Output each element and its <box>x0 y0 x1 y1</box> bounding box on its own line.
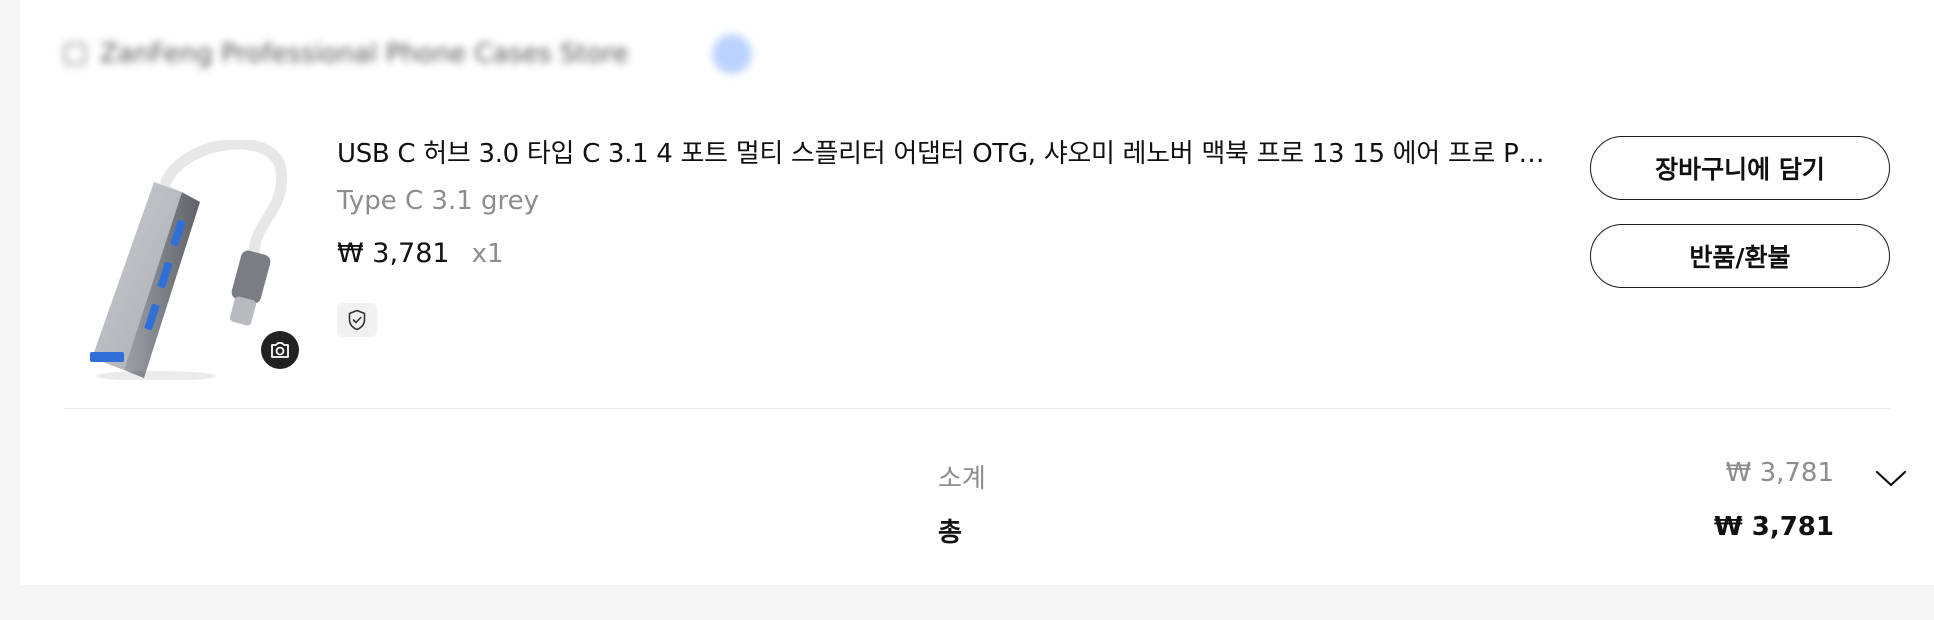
product-variant: Type C 3.1 grey <box>337 186 540 216</box>
store-name[interactable]: ZanFeng Professional Phone Cases Store <box>100 39 628 69</box>
divider <box>64 408 1890 409</box>
order-item-card: ZanFeng Professional Phone Cases Store U… <box>20 0 1934 585</box>
return-refund-button[interactable]: 반품/환불 <box>1590 224 1890 288</box>
camera-icon[interactable] <box>261 331 299 369</box>
shield-check-icon[interactable] <box>337 303 377 337</box>
subtotal-label: 소계 <box>938 464 986 494</box>
total-label: 총 <box>938 518 962 548</box>
store-header[interactable]: ZanFeng Professional Phone Cases Store <box>64 30 753 78</box>
price-row: ₩ 3,781 x1 <box>337 238 1547 269</box>
chevron-down-icon[interactable] <box>1872 463 1910 493</box>
add-to-cart-button[interactable]: 장바구니에 담기 <box>1590 136 1890 200</box>
product-price: ₩ 3,781 <box>337 238 450 269</box>
store-badge-icon <box>712 34 753 74</box>
product-quantity: x1 <box>471 239 504 269</box>
product-title[interactable]: USB C 허브 3.0 타입 C 3.1 4 포트 멀티 스플리터 어댑터 O… <box>337 134 1547 174</box>
total-value: ₩ 3,781 <box>1714 512 1834 542</box>
store-icon <box>64 43 86 65</box>
product-info: USB C 허브 3.0 타입 C 3.1 4 포트 멀티 스플리터 어댑터 O… <box>337 134 1547 337</box>
subtotal-value: ₩ 3,781 <box>1725 458 1834 488</box>
